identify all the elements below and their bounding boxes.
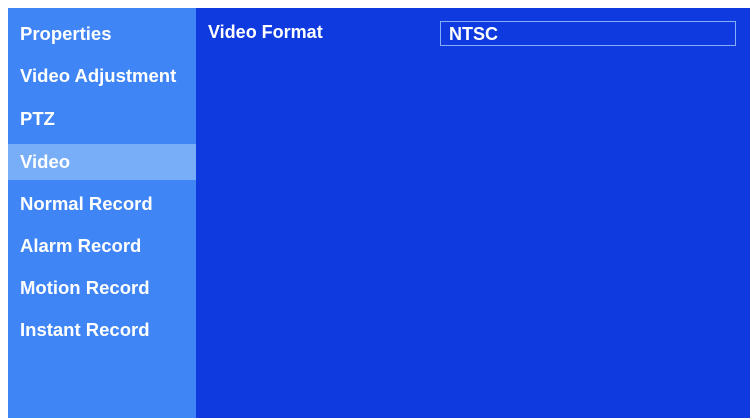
sidebar-item-normal-record[interactable]: Normal Record [8, 186, 196, 222]
sidebar-item-instant-record[interactable]: Instant Record [8, 312, 196, 348]
sidebar-item-motion-record[interactable]: Motion Record [8, 270, 196, 306]
sidebar-item-video-adjustment[interactable]: Video Adjustment [8, 58, 196, 94]
video-settings-panel: Video Format NTSC [196, 8, 750, 418]
video-format-select[interactable]: NTSC [440, 21, 736, 46]
sidebar-item-ptz[interactable]: PTZ [8, 101, 196, 137]
sidebar-item-video[interactable]: Video [8, 144, 196, 180]
video-format-label: Video Format [208, 22, 323, 42]
sidebar-item-properties[interactable]: Properties [8, 16, 196, 52]
sidebar-menu: Properties Video Adjustment PTZ Video No… [8, 8, 196, 418]
settings-window: Properties Video Adjustment PTZ Video No… [8, 8, 750, 418]
sidebar-item-alarm-record[interactable]: Alarm Record [8, 228, 196, 264]
